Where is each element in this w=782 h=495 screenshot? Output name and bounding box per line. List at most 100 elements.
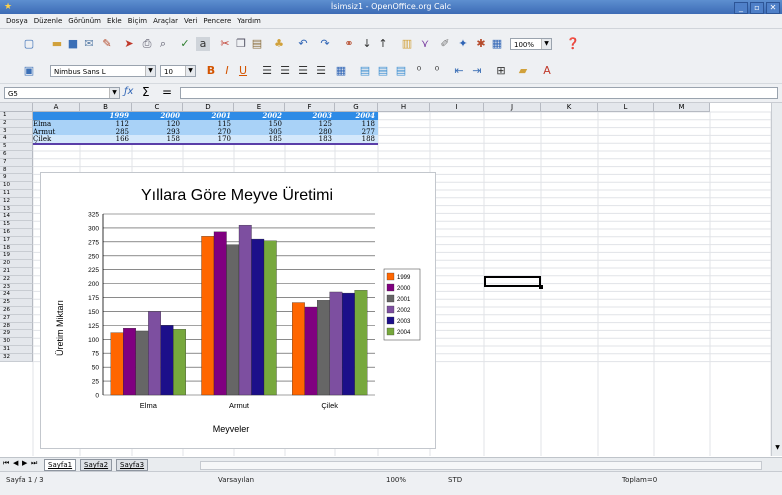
row-header[interactable]: 16 (0, 229, 33, 237)
font-color-icon[interactable]: A (540, 64, 554, 78)
sort-descending-icon[interactable]: ↑ (376, 37, 390, 51)
column-header[interactable]: H (378, 103, 430, 112)
sum-icon[interactable]: Σ (142, 85, 150, 99)
row-header[interactable]: 1 (0, 112, 33, 120)
row-header[interactable]: 10 (0, 182, 33, 190)
row-header[interactable]: 21 (0, 268, 33, 276)
row-header[interactable]: 14 (0, 213, 33, 222)
gallery-icon[interactable]: ✱ (474, 37, 488, 51)
chart-object[interactable]: Yıllara Göre Meyve Üretimi Meyveler Üret… (40, 172, 436, 449)
first-sheet-icon[interactable]: ⏮ (3, 459, 9, 468)
tab-sayfa3[interactable]: Sayfa3 (116, 459, 149, 471)
standard-format-icon[interactable]: ▤ (394, 64, 408, 78)
column-header[interactable]: I (430, 103, 484, 112)
row-header[interactable]: 7 (0, 158, 33, 167)
fill-handle[interactable] (539, 285, 543, 289)
data-cell[interactable]: 112 (80, 119, 132, 128)
data-cell[interactable]: 120 (132, 119, 183, 128)
menu-araclar[interactable]: Araçlar (153, 17, 178, 25)
zoom-combo[interactable]: 100% ▼ (510, 38, 552, 50)
styles-formatting-icon[interactable]: ▣ (22, 64, 36, 78)
data-cell[interactable]: 185 (234, 135, 285, 144)
year-header-cell[interactable]: 2004 (335, 112, 378, 120)
row-header[interactable]: 27 (0, 314, 33, 323)
year-header-cell[interactable]: 2000 (132, 112, 183, 120)
row-header[interactable]: 8 (0, 166, 33, 175)
tab-sayfa2[interactable]: Sayfa2 (80, 459, 113, 471)
background-color-icon[interactable]: ▰ (516, 64, 530, 78)
merge-cells-icon[interactable]: ▦ (334, 64, 348, 78)
data-cell[interactable]: 293 (132, 127, 183, 136)
data-cell[interactable]: 277 (335, 127, 378, 136)
data-cell[interactable]: 150 (234, 119, 285, 128)
maximize-button[interactable]: ▫ (750, 2, 764, 14)
row-header[interactable]: 22 (0, 275, 33, 284)
menu-gorunum[interactable]: Görünüm (68, 17, 101, 25)
insert-chart-icon[interactable]: ▥ (400, 37, 414, 51)
data-cell[interactable]: 170 (183, 135, 234, 144)
print-preview-icon[interactable]: ⌕ (156, 37, 170, 51)
new-document-icon[interactable]: ▢ (22, 37, 36, 51)
menu-yardim[interactable]: Yardım (237, 17, 261, 25)
status-zoom[interactable]: 100% (386, 476, 406, 484)
save-icon[interactable]: ■ (66, 37, 80, 51)
row-header[interactable]: 9 (0, 174, 33, 183)
prev-sheet-icon[interactable]: ◀ (13, 459, 18, 467)
data-cell[interactable]: 166 (80, 135, 132, 144)
font-name-combo[interactable]: Nimbus Sans L ▼ (50, 65, 156, 77)
redo-icon[interactable]: ↷ (318, 37, 332, 51)
row-label-cell[interactable]: Elma (33, 119, 80, 128)
column-header[interactable]: F (285, 103, 335, 112)
column-header[interactable]: E (234, 103, 285, 112)
name-box[interactable]: G5 ▼ (4, 87, 120, 99)
menu-bicim[interactable]: Biçim (128, 17, 147, 25)
print-icon[interactable]: ⎙ (140, 37, 154, 51)
open-folder-icon[interactable]: ▬ (50, 37, 64, 51)
percent-format-icon[interactable]: ▤ (376, 64, 390, 78)
row-header[interactable]: 30 (0, 338, 33, 346)
column-header[interactable]: K (541, 103, 598, 112)
add-decimal-icon[interactable]: ⁰ (412, 64, 426, 78)
edit-file-icon[interactable]: ✎ (100, 37, 114, 51)
row-header[interactable]: 15 (0, 221, 33, 229)
data-cell[interactable]: 118 (335, 119, 378, 128)
horizontal-scrollbar[interactable] (200, 461, 762, 470)
tab-sayfa1[interactable]: Sayfa1 (44, 459, 77, 471)
copy-icon[interactable]: ❐ (234, 37, 248, 51)
currency-format-icon[interactable]: ▤ (358, 64, 372, 78)
row-header[interactable]: 28 (0, 322, 33, 331)
scroll-down-icon[interactable]: ▼ (773, 443, 782, 452)
select-all-corner[interactable] (0, 103, 33, 112)
column-header[interactable]: C (132, 103, 183, 112)
align-right-icon[interactable]: ☰ (296, 64, 310, 78)
data-cell[interactable]: 305 (234, 127, 285, 136)
data-cell[interactable]: 183 (285, 135, 335, 144)
row-header[interactable]: 29 (0, 330, 33, 339)
increase-indent-icon[interactable]: ⇥ (470, 64, 484, 78)
data-cell[interactable]: 158 (132, 135, 183, 144)
row-header[interactable]: 17 (0, 236, 33, 245)
data-cell[interactable]: 115 (183, 119, 234, 128)
email-icon[interactable]: ✉ (82, 37, 96, 51)
column-header[interactable]: M (654, 103, 710, 112)
row-header[interactable]: 3 (0, 127, 33, 136)
row-header[interactable]: 6 (0, 151, 33, 159)
data-cell[interactable]: 280 (285, 127, 335, 136)
borders-icon[interactable]: ⊞ (494, 64, 508, 78)
italic-button[interactable]: I (220, 64, 234, 78)
align-center-icon[interactable]: ☰ (278, 64, 292, 78)
decrease-indent-icon[interactable]: ⇤ (452, 64, 466, 78)
row-label-cell[interactable]: Çilek (33, 135, 80, 144)
header-empty-cell[interactable] (33, 112, 80, 120)
last-sheet-icon[interactable]: ⏭ (31, 459, 37, 468)
data-cell[interactable]: 125 (285, 119, 335, 128)
menu-veri[interactable]: Veri (184, 17, 197, 25)
year-header-cell[interactable]: 2003 (285, 112, 335, 120)
data-sources-icon[interactable]: ▦ (490, 37, 504, 51)
column-header[interactable]: D (183, 103, 234, 112)
menu-dosya[interactable]: Dosya (6, 17, 28, 25)
close-button[interactable]: ✕ (766, 2, 780, 14)
year-header-cell[interactable]: 2002 (234, 112, 285, 120)
menu-duzenle[interactable]: Düzenle (34, 17, 63, 25)
help-icon[interactable]: ❓ (566, 37, 580, 51)
